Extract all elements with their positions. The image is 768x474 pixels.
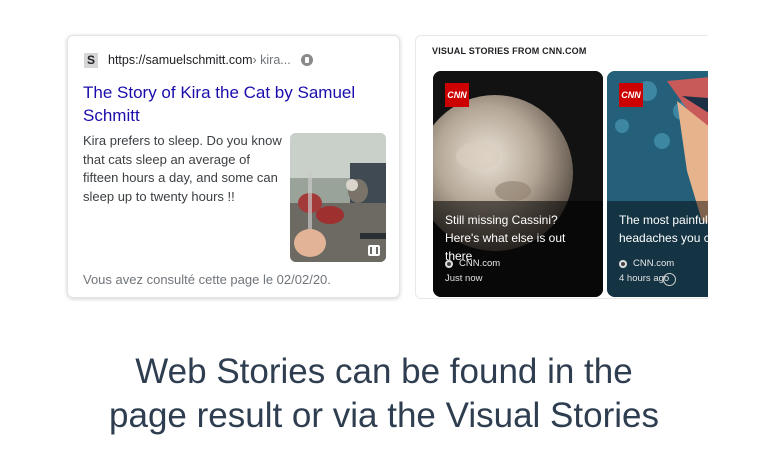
story-source: CNN.com — [459, 258, 501, 269]
story-title: The most painful headaches you could hav… — [619, 213, 708, 245]
source-icon — [619, 259, 627, 268]
story-time: Just now — [445, 273, 483, 284]
visual-stories-header: VISUAL STORIES FROM CNN.COM — [432, 46, 587, 56]
cnn-logo: CNN — [445, 83, 469, 107]
caption-line-1: Web Stories can be found in the — [135, 352, 633, 391]
cnn-logo: CNN — [619, 83, 643, 107]
source-icon — [445, 259, 453, 268]
result-url[interactable]: https://samuelschmitt.com — [108, 53, 253, 67]
visited-note: Vous avez consulté cette page le 02/02/2… — [83, 272, 331, 287]
result-thumbnail[interactable] — [290, 133, 386, 262]
story-card-headaches[interactable]: CNN The most painful headaches you could… — [607, 71, 708, 297]
result-url-row[interactable]: S https://samuelschmitt.com › kira... — [84, 51, 313, 69]
story-source-row: CNN.com — [619, 258, 674, 269]
caption: Web Stories can be found in the page res… — [0, 350, 768, 438]
cat-photo-thumbnail — [290, 133, 386, 262]
result-title-link[interactable]: The Story of Kira the Cat by Samuel Schm… — [83, 81, 383, 127]
result-snippet: Kira prefers to sleep. Do you know that … — [83, 133, 282, 204]
web-story-icon — [368, 245, 380, 256]
site-favicon: S — [84, 52, 98, 68]
story-card-cassini[interactable]: CNN Still missing Cassini? Here's what e… — [433, 71, 603, 297]
story-source-row: CNN.com — [445, 258, 500, 269]
story-title: Still missing Cassini? Here's what else … — [445, 213, 566, 263]
search-result-card[interactable]: S https://samuelschmitt.com › kira... Th… — [67, 35, 400, 298]
info-icon[interactable] — [300, 54, 313, 66]
caption-line-2: page result or via the Visual Stories — [109, 396, 659, 435]
story-time: 4 hours ago — [619, 273, 670, 284]
story-source: CNN.com — [633, 258, 675, 269]
visual-stories-panel: VISUAL STORIES FROM CNN.COM CNN Still mi… — [415, 35, 708, 299]
cursor-ring-icon — [663, 273, 676, 286]
result-breadcrumb: › kira... — [252, 53, 291, 67]
